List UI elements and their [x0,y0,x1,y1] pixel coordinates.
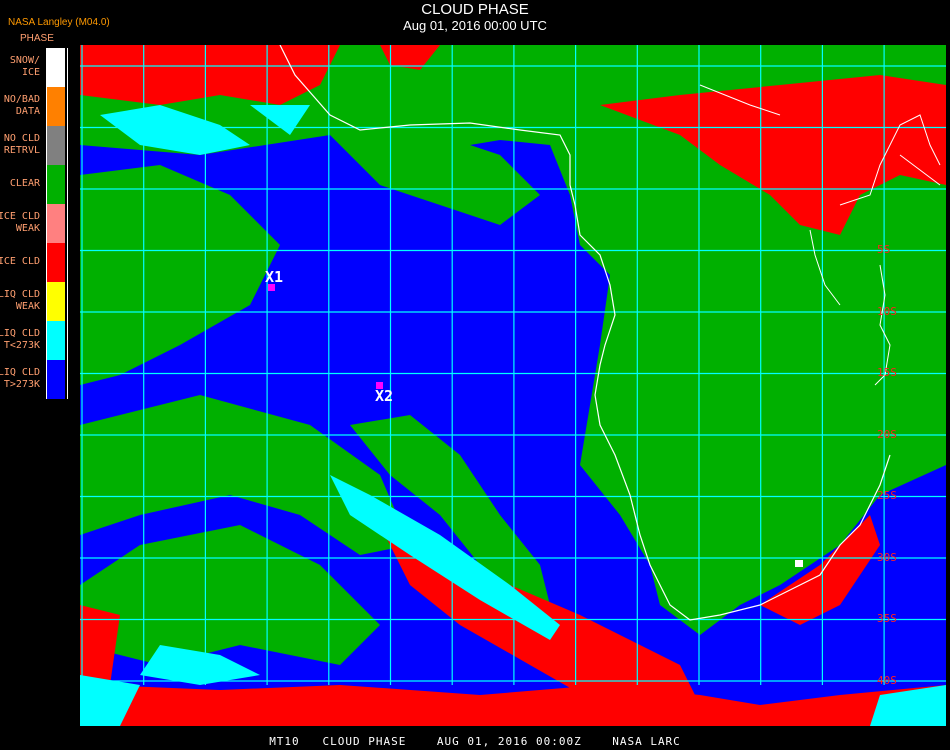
latitude-label: 25S [877,489,897,502]
legend-swatch [47,282,65,321]
legend-label: LIQ CLD WEAK [0,289,40,312]
legend-swatch [47,243,65,282]
marker-x2-label: X2 [375,387,394,405]
latitude-label: 20S [877,427,897,441]
legend-swatch [47,165,65,204]
legend-title: PHASE [20,33,54,44]
map-title: CLOUD PHASE [421,1,529,18]
legend-label: NO/BAD DATA [3,94,40,117]
latitude-label: 35S [877,612,897,625]
legend-swatch [47,360,65,399]
legend-label: LIQ CLD T>273K [0,367,40,390]
latitude-label: 15S [877,366,897,379]
legend-swatch [47,126,65,165]
legend-label: SNOW/ ICE [9,55,40,78]
latitude-label: 10S [877,304,897,318]
legend-label: LIQ CLD T<273K [0,328,40,351]
latitude-label: 5S [877,243,891,256]
map-timestamp: Aug 01, 2016 00:00 UTC [403,18,547,33]
legend-label: NO CLD RETRVL [3,133,40,156]
latitude-label: 40S [877,673,897,687]
latitude-label: 30S [877,550,897,564]
legend-swatch [47,204,65,243]
color-legend [46,48,68,399]
legend-swatch [47,87,65,126]
footer-caption: MT10 CLOUD PHASE AUG 01, 2016 00:00Z NAS… [269,735,681,748]
legend-label: CLEAR [9,178,40,189]
legend-label: ICE CLD WEAK [0,211,40,234]
cloud-phase-map [80,45,946,726]
legend-label: ICE CLD [0,256,40,267]
marker-x1 [268,284,275,291]
legend-swatch [47,321,65,360]
snow-ice-pixel [795,560,803,567]
source-label: NASA Langley (M04.0) [8,17,110,28]
legend-swatch [47,48,65,87]
